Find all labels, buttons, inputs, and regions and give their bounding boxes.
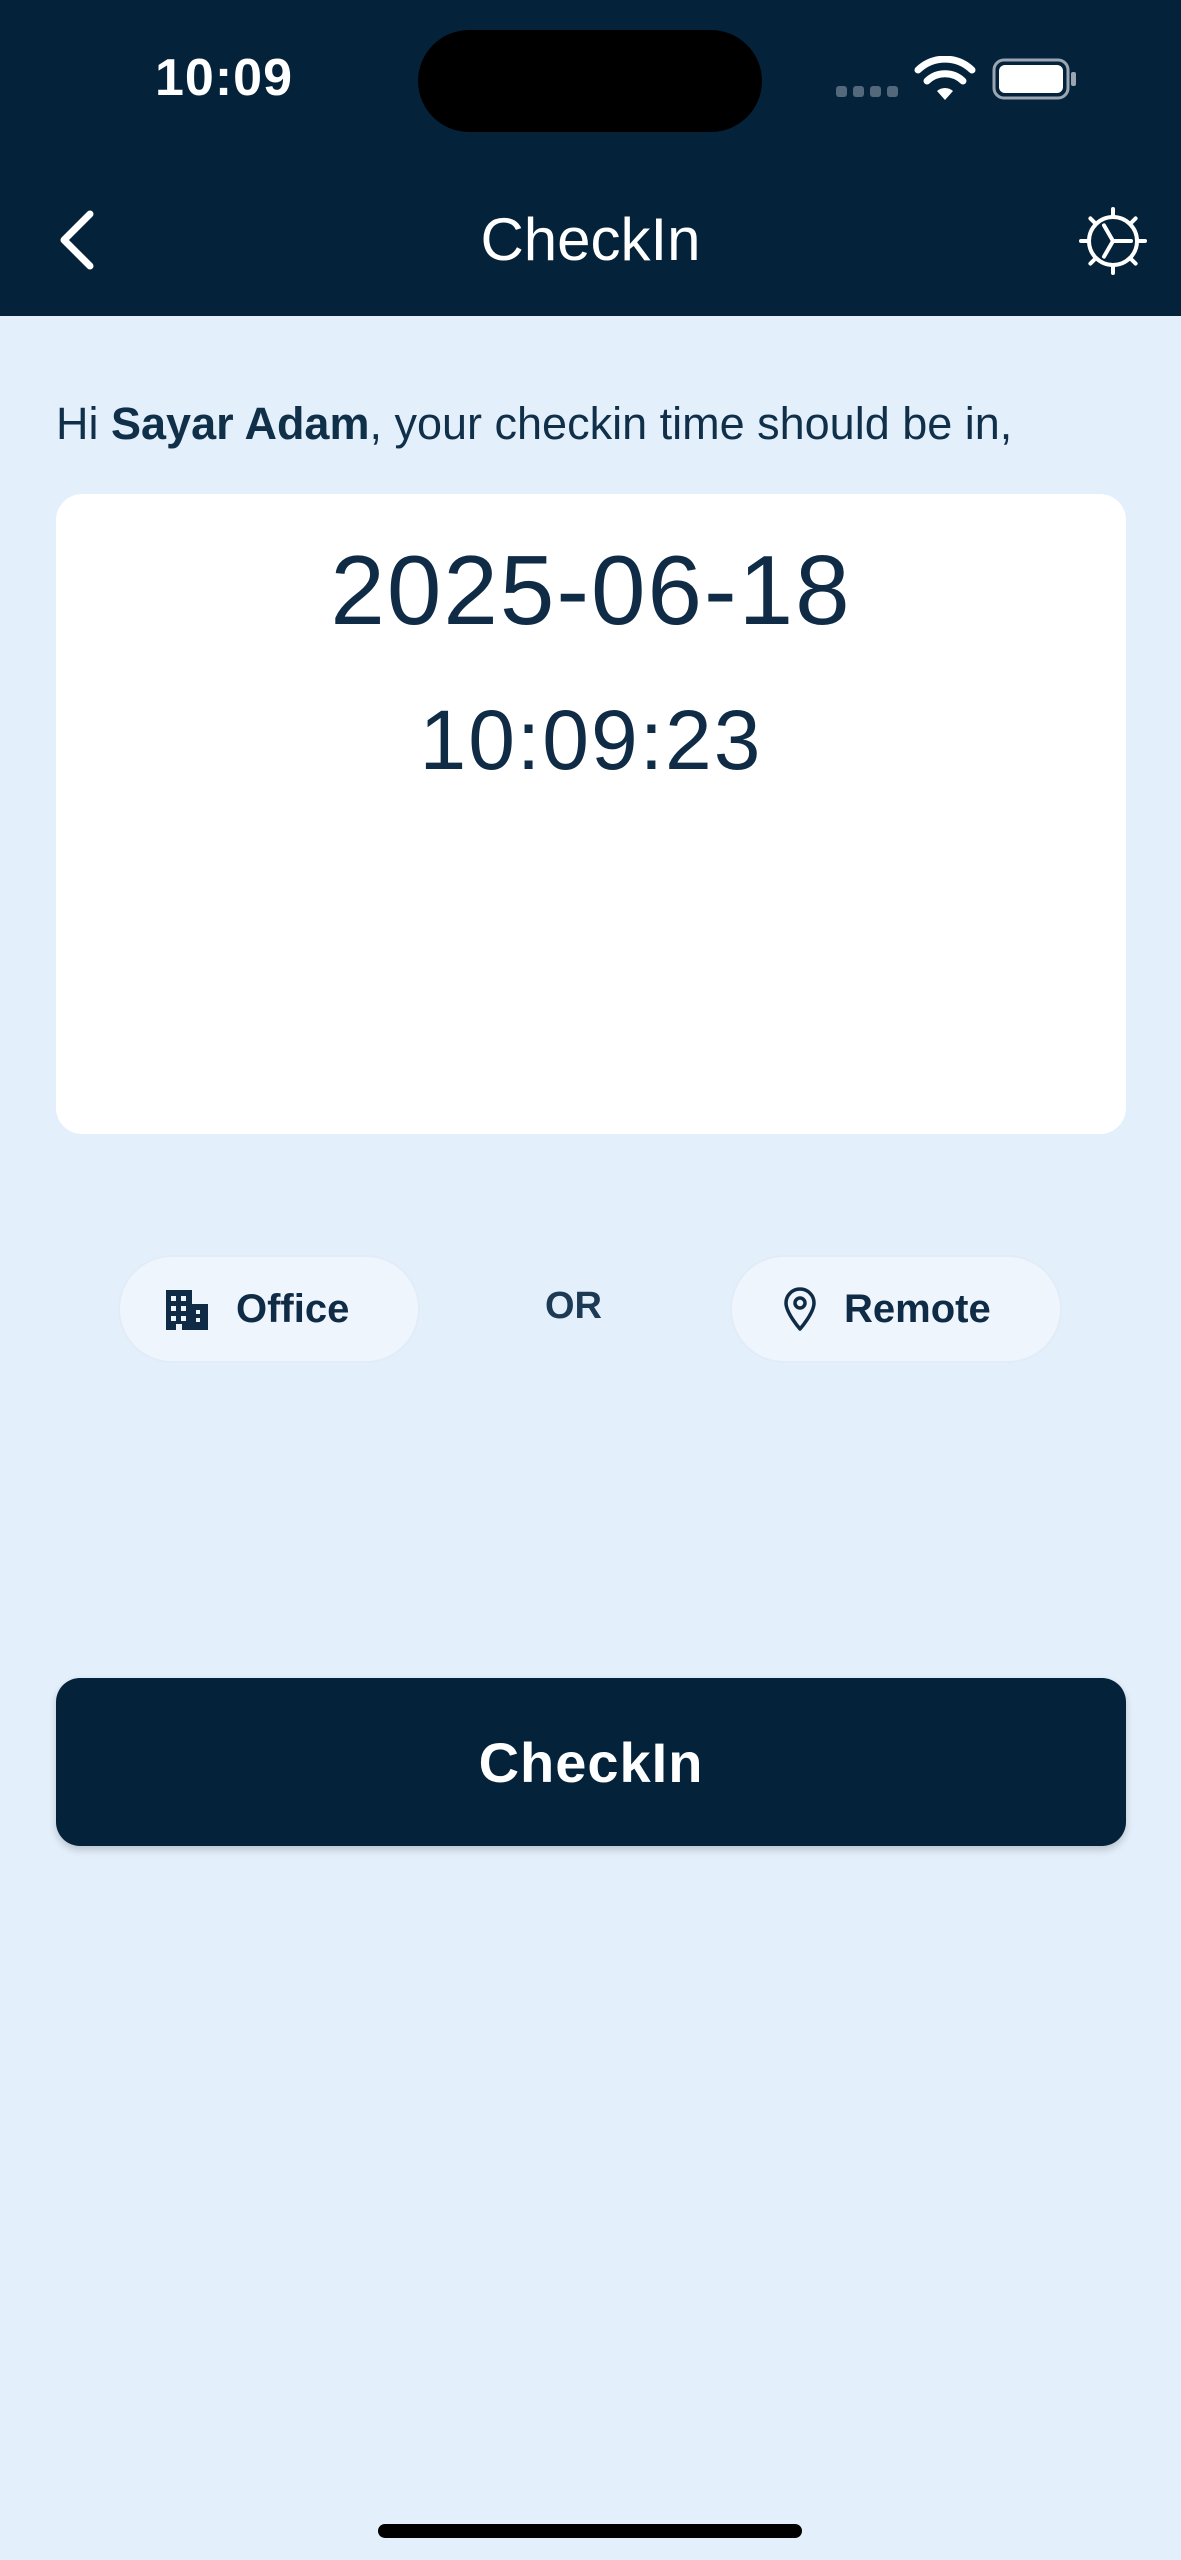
greeting-suffix: , your checkin time should be in, <box>369 398 1013 449</box>
clock-card: 2025-06-18 10:09:23 <box>56 494 1126 1134</box>
wifi-icon <box>914 56 976 100</box>
dynamic-island <box>418 30 762 132</box>
remote-label: Remote <box>844 1286 991 1331</box>
battery-icon <box>992 58 1076 100</box>
location-pin-icon <box>784 1287 816 1331</box>
or-separator: OR <box>545 1285 602 1327</box>
user-name: Sayar Adam <box>111 398 370 449</box>
remote-button[interactable]: Remote <box>730 1255 1062 1363</box>
greeting-text: Hi Sayar Adam, your checkin time should … <box>56 398 1012 450</box>
office-button[interactable]: Office <box>118 1255 420 1363</box>
checkin-button-label: CheckIn <box>478 1730 704 1794</box>
gear-icon[interactable] <box>1078 206 1148 276</box>
current-date: 2025-06-18 <box>330 535 852 645</box>
current-time: 10:09:23 <box>419 693 763 787</box>
checkin-button[interactable]: CheckIn <box>56 1678 1126 1846</box>
checkin-mode-selector: Office OR Remote <box>0 1255 1181 1365</box>
home-indicator[interactable] <box>378 2524 802 2538</box>
page-title: CheckIn <box>480 206 701 273</box>
status-time: 10:09 <box>155 49 293 107</box>
office-label: Office <box>236 1286 350 1331</box>
signal-icon <box>836 86 900 98</box>
building-icon <box>166 1290 208 1330</box>
app-header: 10:09 CheckIn <box>0 0 1181 316</box>
greeting-prefix: Hi <box>56 398 111 449</box>
